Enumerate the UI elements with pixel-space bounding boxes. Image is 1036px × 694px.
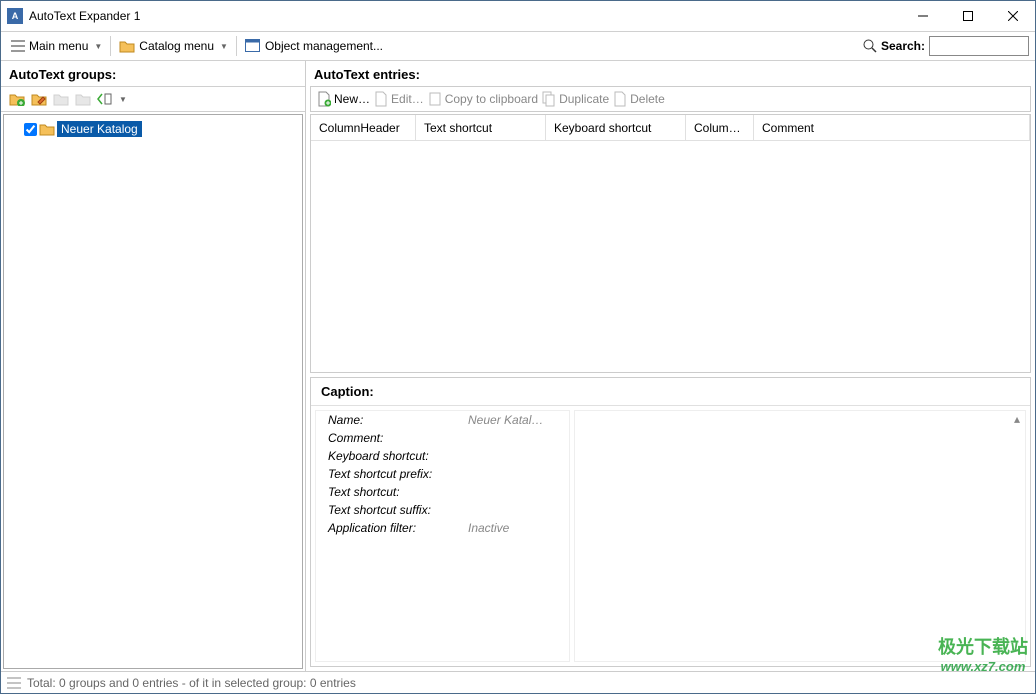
duplicate-entry-label: Duplicate [559, 92, 609, 106]
groups-toolbar: ▼ [1, 86, 305, 112]
edit-entry-button: Edit… [374, 91, 424, 107]
edit-entry-label: Edit… [391, 92, 424, 106]
prop-keyboard-label: Keyboard shortcut: [328, 449, 468, 463]
hamburger-icon [11, 40, 25, 52]
prop-name-label: Name: [328, 413, 468, 427]
prop-name-value: Neuer Katal… [468, 413, 543, 427]
prop-shortcut-label: Text shortcut: [328, 485, 468, 499]
column-text-shortcut[interactable]: Text shortcut [416, 115, 546, 140]
title-bar: A AutoText Expander 1 [1, 1, 1035, 31]
status-bar: Total: 0 groups and 0 entries - of it in… [1, 671, 1035, 693]
list-header: ColumnHeader Text shortcut Keyboard shor… [311, 115, 1030, 141]
scroll-up-icon[interactable]: ▴ [1009, 411, 1025, 427]
details-panel: Caption: Name:Neuer Katal… Comment: Keyb… [310, 377, 1031, 667]
object-management-button[interactable]: Object management... [241, 37, 387, 55]
prop-prefix-label: Text shortcut prefix: [328, 467, 468, 481]
catalog-menu-button[interactable]: Catalog menu ▼ [115, 37, 232, 55]
document-add-icon [317, 91, 331, 107]
separator [110, 36, 111, 56]
chevron-down-icon: ▼ [220, 42, 228, 51]
prop-appfilter-value: Inactive [468, 521, 509, 535]
entries-panel: AutoText entries: New… Edit… Copy to cli… [306, 61, 1035, 671]
groups-heading: AutoText groups: [1, 61, 305, 86]
import-button[interactable] [95, 89, 115, 109]
duplicate-icon [542, 91, 556, 107]
delete-icon [613, 91, 627, 107]
delete-folder-button [73, 89, 93, 109]
entries-heading: AutoText entries: [306, 61, 1035, 86]
details-preview: ▴ [574, 410, 1026, 662]
copy-folder-button [51, 89, 71, 109]
delete-entry-button: Delete [613, 91, 665, 107]
details-properties: Name:Neuer Katal… Comment: Keyboard shor… [315, 410, 570, 662]
chevron-down-icon: ▼ [94, 42, 102, 51]
chevron-down-icon[interactable]: ▼ [119, 95, 127, 104]
duplicate-entry-button: Duplicate [542, 91, 609, 107]
edit-folder-button[interactable] [29, 89, 49, 109]
new-entry-label: New… [334, 92, 370, 106]
groups-panel: AutoText groups: ▼ Neuer Katalo [1, 61, 306, 671]
main-menu-label: Main menu [29, 39, 88, 53]
prop-comment-label: Comment: [328, 431, 468, 445]
catalog-menu-label: Catalog menu [139, 39, 214, 53]
groups-tree[interactable]: Neuer Katalog [3, 114, 303, 669]
app-icon: A [7, 8, 23, 24]
tree-item-label: Neuer Katalog [57, 121, 142, 137]
entries-toolbar: New… Edit… Copy to clipboard Duplicate D… [310, 86, 1031, 112]
document-edit-icon [374, 91, 388, 107]
status-text: Total: 0 groups and 0 entries - of it in… [27, 676, 356, 690]
main-menu-button[interactable]: Main menu ▼ [7, 37, 106, 55]
maximize-button[interactable] [945, 1, 990, 31]
list-body[interactable] [311, 141, 1030, 372]
minimize-button[interactable] [900, 1, 945, 31]
column-header[interactable]: ColumnHeader [311, 115, 416, 140]
folder-icon [119, 39, 135, 53]
column-truncated[interactable]: Colum… [686, 115, 754, 140]
tree-item-checkbox[interactable] [24, 123, 37, 136]
entries-list[interactable]: ColumnHeader Text shortcut Keyboard shor… [310, 114, 1031, 373]
search-icon [863, 39, 877, 53]
copy-entry-label: Copy to clipboard [445, 92, 538, 106]
delete-entry-label: Delete [630, 92, 665, 106]
prop-suffix-label: Text shortcut suffix: [328, 503, 468, 517]
column-keyboard-shortcut[interactable]: Keyboard shortcut [546, 115, 686, 140]
object-management-label: Object management... [265, 39, 383, 53]
search-label: Search: [881, 39, 925, 53]
tree-item[interactable]: Neuer Katalog [6, 121, 300, 137]
list-icon [7, 677, 21, 689]
main-toolbar: Main menu ▼ Catalog menu ▼ Object manage… [1, 31, 1035, 61]
folder-icon [39, 122, 55, 136]
details-heading: Caption: [311, 378, 1030, 405]
prop-appfilter-label: Application filter: [328, 521, 468, 535]
new-entry-button[interactable]: New… [317, 91, 370, 107]
search-input[interactable] [929, 36, 1029, 56]
window-icon [245, 39, 261, 53]
clipboard-icon [428, 91, 442, 107]
window-title: AutoText Expander 1 [29, 9, 900, 23]
close-button[interactable] [990, 1, 1035, 31]
separator [236, 36, 237, 56]
new-folder-button[interactable] [7, 89, 27, 109]
copy-entry-button: Copy to clipboard [428, 91, 538, 107]
column-comment[interactable]: Comment [754, 115, 1030, 140]
